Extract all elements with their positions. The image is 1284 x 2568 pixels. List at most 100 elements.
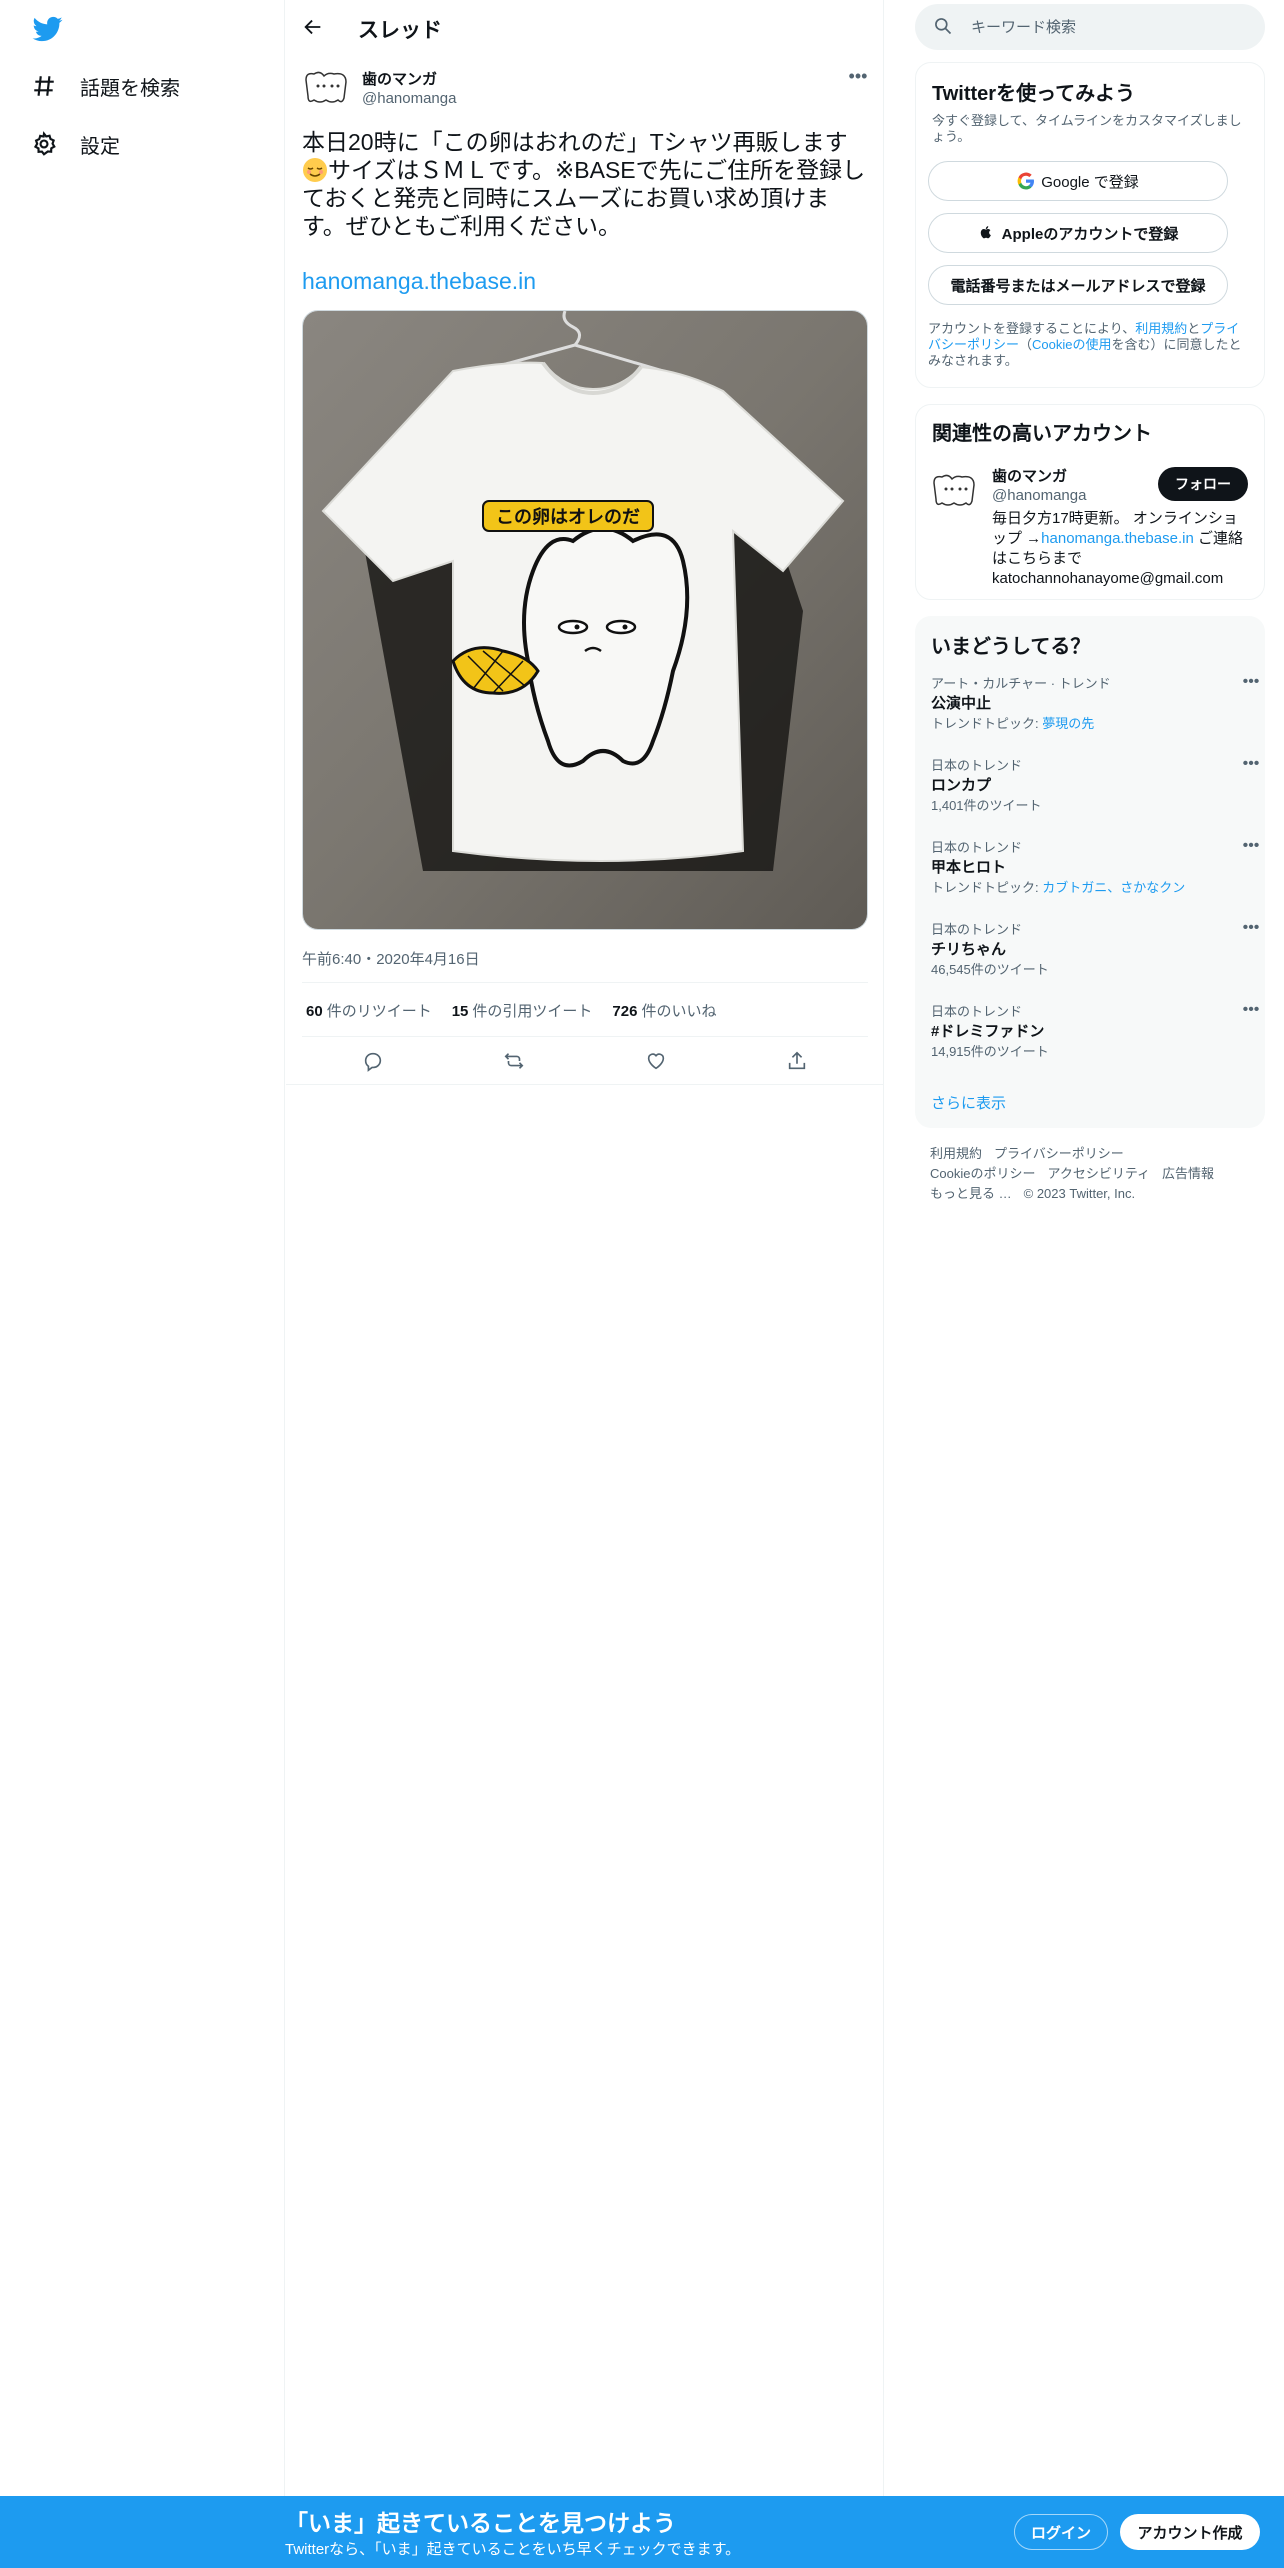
- cookie-link[interactable]: Cookieの使用: [1032, 337, 1111, 352]
- avatar[interactable]: [302, 68, 350, 108]
- copyright: © 2023 Twitter, Inc.: [1023, 1186, 1136, 1201]
- trend-meta: トレンドトピック: カブトガニ、さかなクン: [931, 880, 1186, 895]
- avatar[interactable]: [930, 471, 980, 511]
- terms-link[interactable]: 利用規約: [1135, 321, 1187, 336]
- trends-card: いまどうしてる？ アート・カルチャー · トレンド 公演中止 トレンドトピック:…: [915, 616, 1265, 1128]
- login-button[interactable]: ログイン: [1014, 2514, 1108, 2550]
- tweet-timestamp[interactable]: 午前6:40・2020年4月16日: [302, 948, 480, 969]
- divider: [286, 1084, 884, 1085]
- trend-item[interactable]: 日本のトレンド チリちゃん 46,545件のツイート •••: [931, 920, 1261, 978]
- share-icon[interactable]: [780, 1044, 814, 1078]
- more-options-icon[interactable]: •••: [1241, 756, 1261, 774]
- signup-legal-text: アカウントを登録することにより、利用規約とプライバシーポリシー（Cookieの使…: [928, 321, 1242, 368]
- google-signup-button[interactable]: Google で登録: [928, 161, 1228, 201]
- like-stat[interactable]: 726 件のいいね: [612, 1000, 716, 1021]
- tweet-stats: 60 件のリツイート 15 件の引用ツイート 726 件のいいね: [306, 1000, 716, 1021]
- quote-stat[interactable]: 15 件の引用ツイート: [452, 1000, 593, 1021]
- apple-icon: [978, 224, 996, 242]
- trend-meta: 14,915件のツイート: [931, 1044, 1049, 1059]
- page-title: スレッド: [358, 19, 442, 42]
- google-signup-label: Google で登録: [1041, 173, 1139, 191]
- trend-context: アート・カルチャー · トレンド: [931, 676, 1111, 691]
- footer-link[interactable]: Cookieのポリシー: [930, 1166, 1035, 1181]
- tweet-actions: [302, 1044, 868, 1078]
- phone-email-signup-label: 電話番号またはメールアドレスで登録: [950, 277, 1206, 295]
- tweet-text-part2: サイズはＳＭＬです。※BASEで先にご住所を登録しておくと発売と同時にスムーズに…: [302, 157, 866, 239]
- trend-item[interactable]: 日本のトレンド ロンカプ 1,401件のツイート •••: [931, 756, 1261, 814]
- tweet-text-part1: 本日20時に「この卵はおれのだ」Tシャツ再販します: [302, 129, 848, 155]
- main-column: スレッド 歯のマンガ @hanomanga ••• 本日20時に「この卵はおれの…: [286, 0, 884, 2568]
- footer-links: 利用規約 プライバシーポリシー Cookieのポリシー アクセシビリティ 広告情報 も…: [930, 1144, 1250, 1204]
- google-icon: [1017, 172, 1035, 190]
- tweet-image[interactable]: この卵はオレのだ: [302, 310, 868, 930]
- footer-link[interactable]: もっと見る …: [930, 1186, 1012, 1201]
- trend-name: ロンカプ: [931, 777, 992, 794]
- author-name[interactable]: 歯のマンガ: [362, 68, 437, 89]
- author-handle[interactable]: @hanomanga: [362, 90, 456, 107]
- footer-link[interactable]: プライバシーポリシー: [994, 1146, 1124, 1161]
- more-options-icon[interactable]: •••: [1241, 1002, 1261, 1020]
- more-options-icon[interactable]: •••: [1241, 674, 1261, 692]
- signup-card-title: Twitterを使ってみよう: [932, 83, 1136, 105]
- search-box[interactable]: [915, 4, 1265, 50]
- trend-meta: 1,401件のツイート: [931, 798, 1042, 813]
- trend-context: 日本のトレンド: [931, 840, 1023, 855]
- banner-title: 「いま」起きていることを見つけよう: [285, 2510, 676, 2536]
- tweet-link[interactable]: hanomanga.thebase.in: [302, 268, 536, 295]
- trend-meta: トレンドトピック: 夢現の先: [931, 716, 1095, 731]
- trend-item[interactable]: 日本のトレンド 甲本ヒロト トレンドトピック: カブトガニ、さかなクン •••: [931, 838, 1261, 896]
- trend-context: 日本のトレンド: [931, 922, 1023, 937]
- tweet-text: 本日20時に「この卵はおれのだ」Tシャツ再販します サイズはＳＭＬです。※BAS…: [302, 128, 868, 240]
- signup-banner: 「いま」起きていることを見つけよう Twitterなら、「いま」起きていることを…: [0, 2496, 1284, 2568]
- sidebar-item-label: 話題を検索: [80, 77, 180, 100]
- sidebar-item-explore[interactable]: 話題を検索: [30, 66, 180, 106]
- left-sidebar: 話題を検索 設定: [0, 0, 285, 2568]
- trend-context: 日本のトレンド: [931, 1004, 1023, 1019]
- reply-icon[interactable]: [356, 1044, 390, 1078]
- apple-signup-button[interactable]: Appleのアカウントで登録: [928, 213, 1228, 253]
- related-account-handle[interactable]: @hanomanga: [992, 487, 1086, 504]
- search-icon: [933, 16, 955, 38]
- more-options-icon[interactable]: •••: [1241, 838, 1261, 856]
- more-options-icon[interactable]: •••: [846, 66, 870, 90]
- signup-card-subtitle: 今すぐ登録して、タイムラインをカスタマイズしましょう。: [932, 113, 1242, 144]
- signup-card: Twitterを使ってみよう 今すぐ登録して、タイムラインをカスタマイズしましょ…: [915, 62, 1265, 388]
- sidebar-item-label: 設定: [80, 135, 120, 158]
- hashtag-icon: [30, 72, 58, 100]
- footer-link[interactable]: 利用規約: [930, 1146, 982, 1161]
- trend-name: #ドレミファドン: [931, 1023, 1045, 1040]
- gear-icon: [30, 130, 58, 158]
- trend-meta: 46,545件のツイート: [931, 962, 1049, 977]
- shirt-print-text: この卵はオレのだ: [496, 506, 640, 528]
- trend-item[interactable]: 日本のトレンド #ドレミファドン 14,915件のツイート •••: [931, 1002, 1261, 1060]
- related-account-bio: 毎日夕方17時更新。 オンラインショップ →hanomanga.thebase.…: [992, 510, 1243, 587]
- banner-subtitle: Twitterなら、「いま」起きていることをいち早くチェックできます。: [285, 2541, 741, 2558]
- bio-link[interactable]: hanomanga.thebase.in: [1041, 530, 1194, 547]
- retweet-icon[interactable]: [497, 1044, 531, 1078]
- footer-link[interactable]: アクセシビリティ: [1047, 1166, 1150, 1181]
- show-more-link[interactable]: さらに表示: [931, 1092, 1006, 1113]
- trend-name: 公演中止: [931, 695, 992, 712]
- follow-button[interactable]: フォロー: [1158, 467, 1248, 501]
- retweet-stat[interactable]: 60 件のリツイート: [306, 1000, 432, 1021]
- create-account-button[interactable]: アカウント作成: [1120, 2514, 1260, 2550]
- search-input[interactable]: [971, 18, 1251, 36]
- apple-signup-label: Appleのアカウントで登録: [1001, 225, 1179, 243]
- arrow-left-icon[interactable]: [300, 14, 326, 40]
- related-card-title: 関連性の高いアカウント: [932, 423, 1152, 445]
- footer-link[interactable]: 広告情報: [1162, 1166, 1214, 1181]
- trend-item[interactable]: アート・カルチャー · トレンド 公演中止 トレンドトピック: 夢現の先 •••: [931, 674, 1261, 732]
- trend-name: 甲本ヒロト: [931, 859, 1007, 876]
- related-accounts-card: 関連性の高いアカウント 歯のマンガ @hanomanga フォロー 毎日夕方17…: [915, 404, 1265, 600]
- like-icon[interactable]: [639, 1044, 673, 1078]
- phone-email-signup-button[interactable]: 電話番号またはメールアドレスで登録: [928, 265, 1228, 305]
- twitter-bird-icon[interactable]: [30, 14, 66, 44]
- related-account-name[interactable]: 歯のマンガ: [992, 465, 1067, 486]
- trends-card-title: いまどうしてる？: [931, 636, 1091, 658]
- trend-context: 日本のトレンド: [931, 758, 1023, 773]
- trend-name: チリちゃん: [931, 941, 1007, 958]
- divider: [302, 1036, 868, 1037]
- sidebar-item-settings[interactable]: 設定: [30, 124, 120, 164]
- divider: [302, 982, 868, 983]
- more-options-icon[interactable]: •••: [1241, 920, 1261, 938]
